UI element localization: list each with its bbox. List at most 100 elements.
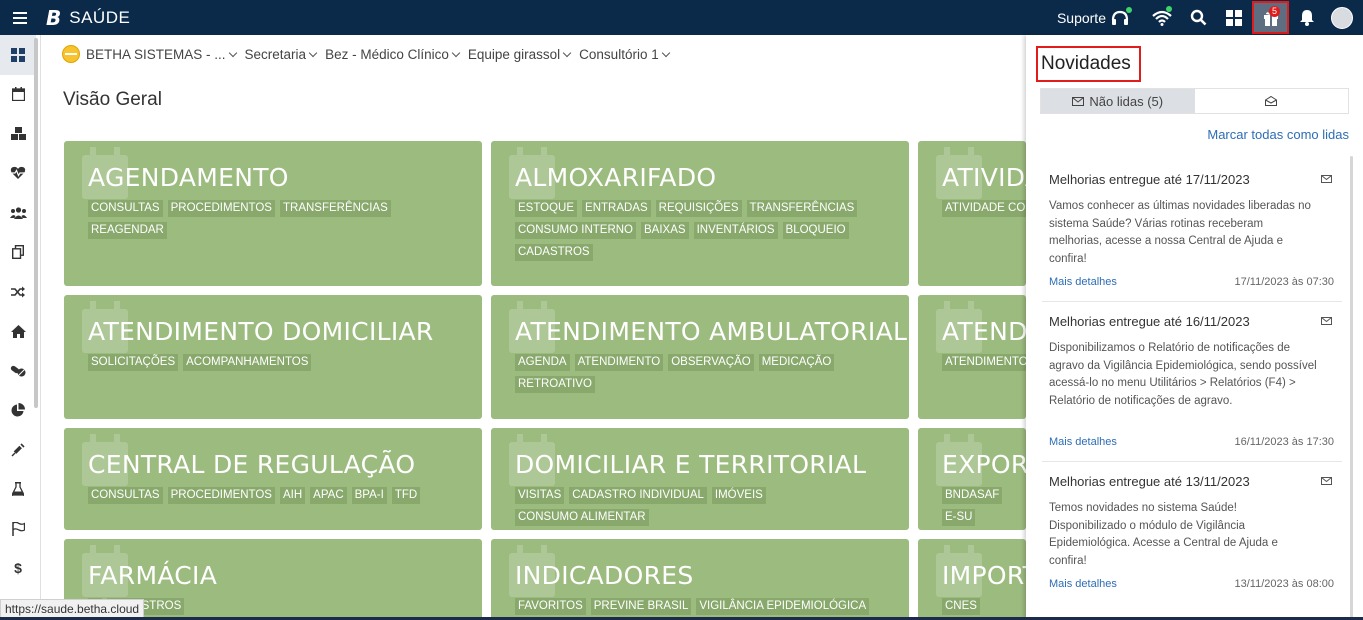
module-shortcut[interactable]: TRANSFERÊNCIAS (746, 200, 858, 217)
connection-button[interactable] (1144, 0, 1180, 35)
breadcrumb-item[interactable]: Equipe girassol (468, 47, 572, 62)
module-tile[interactable]: ALMOXARIFADO ESTOQUE ENTRADAS REQUISIÇÕES TR… (491, 141, 909, 286)
module-tile[interactable]: ATENDIMENTO AMBULATORIAL AGENDA ATENDIMENT… (491, 295, 909, 419)
module-shortcut[interactable]: CONSULTAS (88, 487, 163, 504)
module-shortcut[interactable]: CADASTROS (515, 244, 593, 261)
module-shortcut[interactable]: E-SU (942, 509, 976, 526)
module-shortcut[interactable]: IMÓVEIS (711, 487, 766, 504)
module-shortcut[interactable]: VISITAS (515, 487, 565, 504)
module-shortcut[interactable]: APAC (310, 487, 347, 504)
apps-button[interactable] (1216, 0, 1252, 35)
news-item[interactable]: Melhorias entregue até 16/11/2023 Dispon… (1042, 314, 1342, 462)
module-shortcut[interactable]: RETROATIVO (515, 376, 595, 393)
sidebar-item-copy[interactable] (0, 233, 36, 273)
module-shortcut[interactable]: INVENTÁRIOS (693, 222, 778, 239)
module-shortcut[interactable]: PROCEDIMENTOS (167, 487, 275, 504)
tab-read[interactable] (1195, 89, 1349, 113)
menu-button[interactable] (0, 0, 40, 35)
notifications-button[interactable] (1289, 0, 1325, 35)
news-details-link[interactable]: Mais detalhes (1049, 578, 1117, 590)
module-tile[interactable]: AGENDAMENTO CONSULTAS PROCEDIMENTOS TRANSFE… (64, 141, 482, 286)
module-shortcut[interactable]: CONSULTAS (88, 200, 163, 217)
module-title: FARMÁCIA (88, 561, 218, 590)
module-shortcut[interactable]: ATENDIMENTO (574, 354, 664, 371)
module-shortcut[interactable]: BLOQUEIO (782, 222, 849, 239)
support-button[interactable]: Suporte (1057, 6, 1132, 28)
sidebar-item-calendar[interactable] (0, 75, 36, 115)
news-details-link[interactable]: Mais detalhes (1049, 276, 1117, 288)
apps-icon (1226, 9, 1242, 26)
mark-all-read-link[interactable]: Marcar todas como lidas (1207, 127, 1349, 142)
module-shortcut[interactable]: MEDICAÇÃO (758, 354, 835, 371)
envelope-icon[interactable] (1321, 175, 1332, 183)
module-shortcut[interactable]: BAIXAS (641, 222, 689, 239)
sidebar-scrollbar[interactable] (34, 38, 38, 408)
sidebar-item-flag[interactable] (0, 509, 36, 549)
module-shortcut[interactable]: REQUISIÇÕES (655, 200, 742, 217)
sidebar-item-transfer[interactable] (0, 272, 36, 312)
envelope-icon[interactable] (1321, 477, 1332, 485)
users-icon (9, 207, 27, 219)
module-shortcut[interactable]: CNES (942, 598, 980, 615)
chevron-down-icon (308, 48, 318, 57)
breadcrumb-item[interactable]: Secretaria (245, 47, 318, 62)
news-item[interactable]: Melhorias entregue até 13/11/2023 Temos … (1042, 474, 1342, 604)
module-tags: ATENDIMENTO (942, 354, 1026, 371)
sidebar-item-users[interactable] (0, 193, 36, 233)
module-tile[interactable]: EXPORT BNDASAF E-SU (918, 428, 1026, 530)
sidebar-item-vaccine[interactable] (0, 430, 36, 470)
breadcrumb-item[interactable]: Bez - Médico Clínico (325, 46, 461, 62)
module-shortcut[interactable]: PREVINE BRASIL (590, 598, 692, 615)
module-shortcut[interactable]: CONSUMO INTERNO (515, 222, 636, 239)
sidebar-item-dashboard[interactable] (0, 35, 36, 75)
sidebar-item-health[interactable] (0, 154, 36, 194)
module-shortcut[interactable]: PROCEDIMENTOS (167, 200, 275, 217)
module-shortcut[interactable]: ENTRADAS (582, 200, 651, 217)
module-shortcut[interactable]: FAVORITOS (515, 598, 586, 615)
module-shortcut[interactable]: VIGILÂNCIA EPIDEMIOLÓGICA (696, 598, 870, 615)
search-button[interactable] (1180, 0, 1216, 35)
module-tile[interactable]: INDICADORES FAVORITOS PREVINE BRASIL VIGILÂ… (491, 539, 909, 620)
module-shortcut[interactable]: SOLICITAÇÕES (88, 354, 179, 371)
module-shortcut[interactable]: BNDASAF (942, 487, 1003, 504)
envelope-icon[interactable] (1321, 317, 1332, 325)
breadcrumb-org[interactable]: BETHA SISTEMAS - ... (62, 45, 237, 63)
avatar[interactable] (1331, 6, 1353, 29)
news-timestamp: 17/11/2023 às 07:30 (1234, 276, 1335, 288)
module-shortcut[interactable]: REAGENDAR (88, 222, 167, 239)
module-tile[interactable]: ATENDI ATENDIMENTO (918, 295, 1026, 419)
module-shortcut[interactable]: ESTOQUE (515, 200, 578, 217)
news-details-link[interactable]: Mais detalhes (1049, 436, 1117, 448)
module-tile[interactable]: DOMICILIAR E TERRITORIAL VISITAS CADASTRO … (491, 428, 909, 530)
brand[interactable]: B SAÚDE (46, 6, 130, 30)
sidebar-item-indicators[interactable] (0, 391, 36, 431)
module-shortcut[interactable]: OBSERVAÇÃO (668, 354, 754, 371)
sidebar-item-pharmacy[interactable] (0, 351, 36, 391)
sidebar-item-home[interactable] (0, 312, 36, 352)
news-button[interactable]: 5 (1252, 1, 1289, 34)
chevron-down-icon (661, 48, 670, 57)
module-shortcut[interactable]: BPA-I (351, 487, 387, 504)
breadcrumb: BETHA SISTEMAS - ... Secretaria Bez - Mé… (62, 44, 678, 64)
panel-scrollbar[interactable] (1350, 156, 1353, 620)
module-tile[interactable]: ATIVIDA ATIVIDADE COLE (918, 141, 1026, 286)
module-tile[interactable]: CENTRAL DE REGULAÇÃO CONSULTAS PROCEDIMENT… (64, 428, 482, 530)
module-shortcut[interactable]: CONSUMO ALIMENTAR (515, 509, 649, 526)
sidebar-item-laboratory[interactable] (0, 470, 36, 510)
breadcrumb-item-label: Bez - Médico Clínico (325, 46, 449, 62)
module-shortcut[interactable]: AIH (279, 487, 306, 504)
module-shortcut[interactable]: TRANSFERÊNCIAS (279, 200, 391, 217)
news-item[interactable]: Melhorias entregue até 17/11/2023 Vamos … (1042, 172, 1342, 302)
module-shortcut[interactable]: ACOMPANHAMENTOS (183, 354, 312, 371)
module-shortcut[interactable]: ATENDIMENTO (942, 354, 1026, 371)
tab-unread[interactable]: Não lidas (5) (1041, 89, 1195, 113)
module-tile[interactable]: ATENDIMENTO DOMICILIAR SOLICITAÇÕES ACOMPA… (64, 295, 482, 419)
module-shortcut[interactable]: TFD (391, 487, 421, 504)
module-shortcut[interactable]: AGENDA (515, 354, 570, 371)
sidebar-item-stock[interactable] (0, 114, 36, 154)
sidebar-item-finance[interactable]: $ (0, 549, 36, 589)
module-shortcut[interactable]: ATIVIDADE COLE (942, 200, 1026, 217)
module-tile[interactable]: IMPORT CNES (918, 539, 1026, 620)
breadcrumb-item[interactable]: Consultório 1 (579, 47, 670, 62)
module-shortcut[interactable]: CADASTRO INDIVIDUAL (569, 487, 707, 504)
